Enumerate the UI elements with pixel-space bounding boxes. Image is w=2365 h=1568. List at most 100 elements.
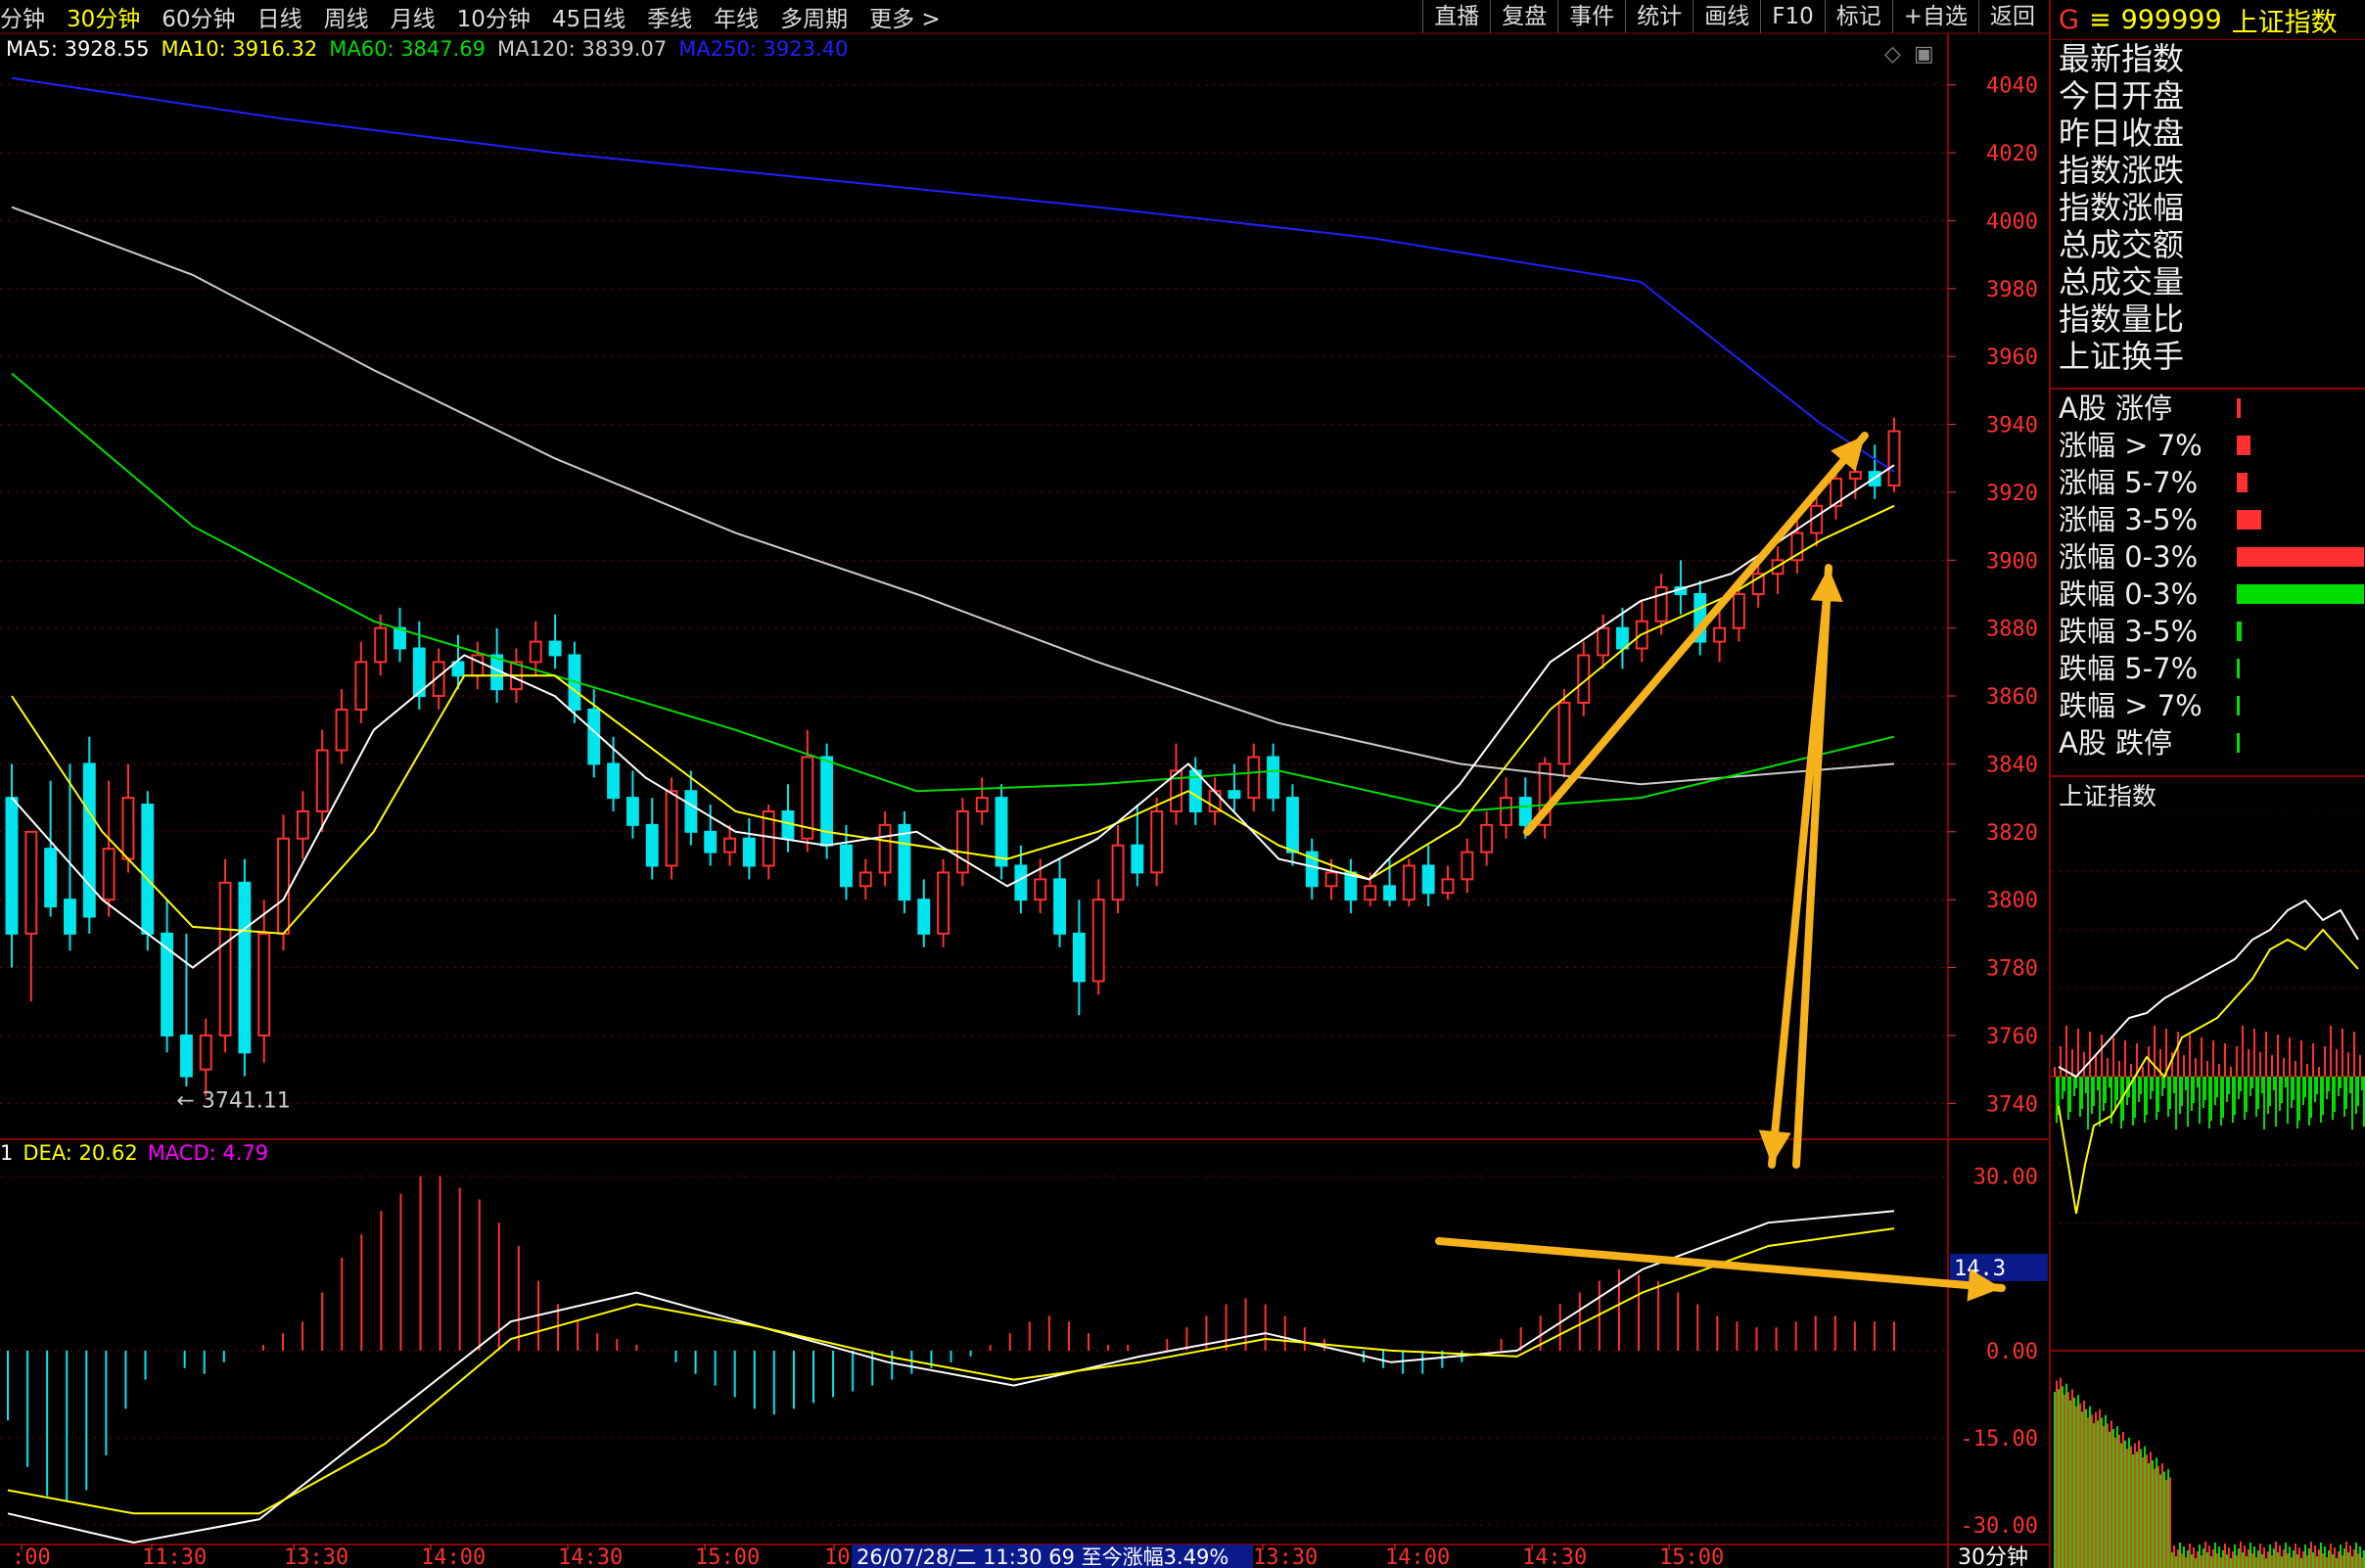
candle-body — [1111, 844, 1125, 901]
candle-body — [1053, 878, 1066, 935]
ma-line-ma5 — [11, 464, 1895, 969]
candle-body — [296, 810, 309, 840]
dea-line — [7, 1227, 1895, 1515]
candle-body — [1557, 702, 1571, 765]
candle-body — [529, 640, 542, 664]
ma-line-ma60 — [11, 372, 1895, 813]
candle-body — [1500, 797, 1512, 826]
stat-row: 涨幅 3-5% — [2051, 501, 2365, 538]
macd-tick-label: -30.00 — [1961, 1514, 2038, 1539]
price-tick-label: 3900 — [1986, 549, 2038, 574]
menu-icon[interactable]: ≡ — [2089, 5, 2111, 35]
stat-bar — [2237, 622, 2243, 641]
stat-rows: A股 涨停 涨幅 > 7% 涨幅 5-7% 涨幅 3-5% 涨幅 0-3% 跌幅 0-3%… — [2051, 388, 2365, 761]
stat-bar — [2237, 659, 2240, 678]
info-row: 今日开盘 — [2059, 77, 2185, 115]
candle-body — [1285, 797, 1299, 853]
macd-tick-label: -15.00 — [1961, 1427, 2038, 1452]
candle-body — [1402, 864, 1415, 901]
info-row: 指数涨幅 — [2059, 189, 2185, 226]
candle-body — [1034, 878, 1047, 901]
time-tick-label: :00 — [12, 1545, 51, 1568]
candle-body — [1072, 932, 1086, 983]
stat-bar — [2237, 473, 2248, 492]
candle-body — [121, 797, 135, 860]
candle-body — [955, 810, 969, 874]
mini-intraday-chart[interactable] — [2051, 812, 2365, 1568]
candle-body — [335, 708, 348, 752]
info-row: 指数量比 — [2059, 300, 2185, 338]
candle-body — [1383, 885, 1397, 901]
candle-body — [64, 899, 76, 935]
window-icon[interactable]: ▣ — [1914, 42, 1934, 67]
candle-body — [548, 640, 562, 657]
candle-body — [1848, 471, 1862, 481]
info-row: 最新指数 — [2059, 40, 2185, 77]
candle-body — [24, 830, 38, 935]
stat-row: A股 涨停 — [2051, 390, 2365, 427]
price-tick-label: 3980 — [1986, 278, 2038, 302]
stat-bar — [2237, 696, 2240, 715]
stat-row: 跌幅 > 7% — [2051, 687, 2365, 724]
candle-body — [1480, 823, 1494, 853]
price-tick-label: 3820 — [1986, 821, 2038, 846]
legend-item: 1 — [0, 1141, 14, 1165]
stat-label: 跌幅 3-5% — [2059, 615, 2199, 648]
price-tick-label: 3860 — [1986, 685, 2038, 710]
candle-body — [1597, 626, 1610, 657]
legend-item: DEA: 20.62 — [23, 1141, 138, 1165]
low-marker: ← 3741.11 — [176, 1088, 290, 1113]
candle-body — [1131, 844, 1144, 874]
candle-body — [587, 708, 601, 765]
candle-body — [218, 881, 232, 1037]
price-tick-label: 3800 — [1986, 889, 2038, 913]
candle-body — [878, 823, 892, 874]
candle-body — [1324, 871, 1338, 888]
price-tick-label: 3940 — [1986, 414, 2038, 438]
stat-row: 涨幅 > 7% — [2051, 427, 2365, 464]
candle-body — [1713, 626, 1727, 643]
stat-bar — [2237, 584, 2364, 604]
stat-label: 涨幅 0-3% — [2059, 540, 2199, 574]
price-tick-label: 3740 — [1986, 1092, 2038, 1117]
dif-line — [7, 1210, 1895, 1545]
stat-label: 涨幅 > 7% — [2059, 429, 2203, 462]
stat-bar — [2237, 733, 2240, 753]
candle-body — [82, 762, 96, 918]
stat-label: 涨幅 5-7% — [2059, 466, 2199, 499]
stat-label: A股 跌停 — [2059, 726, 2173, 760]
candle-body — [471, 654, 485, 677]
candle-body — [1654, 586, 1668, 623]
candle-body — [1228, 790, 1241, 800]
stat-label: 涨幅 3-5% — [2059, 503, 2199, 536]
candle-body — [1014, 864, 1028, 901]
candle-body — [374, 626, 388, 664]
candle-body — [607, 762, 621, 800]
candle-body — [1461, 851, 1474, 881]
candle-body — [1421, 864, 1435, 895]
candle-body — [995, 797, 1008, 867]
candle-body — [5, 797, 19, 935]
ma-line-ma120 — [11, 206, 1895, 786]
candle-body — [1247, 756, 1261, 800]
candle-body — [179, 1034, 193, 1078]
price-tick-label: 3840 — [1986, 753, 2038, 777]
stat-bar — [2237, 398, 2241, 418]
price-tick-label: 3780 — [1986, 957, 2038, 982]
macd-legend: 1 DEA: 20.62 MACD: 4.79 — [0, 1141, 278, 1165]
candle-body — [1150, 810, 1164, 874]
macd-tick-label: 0.00 — [1986, 1340, 2038, 1364]
candle-body — [1616, 626, 1629, 650]
stat-label: 跌幅 > 7% — [2059, 689, 2203, 722]
diamond-icon[interactable]: ◇ — [1884, 42, 1901, 67]
candle-body — [238, 881, 252, 1054]
divergence-arrow — [1435, 1237, 2006, 1292]
info-row: 指数涨跌 — [2059, 152, 2185, 189]
ma-line-ma10 — [11, 504, 1895, 935]
candle-body — [1091, 899, 1105, 983]
kline-chart[interactable]: 4040 4020 4000 3980 3960 3940 3920 3900 3880 3860… — [0, 0, 2049, 1568]
candle-body — [1732, 593, 1745, 629]
candle-body — [1267, 756, 1280, 800]
info-row: 昨日收盘 — [2059, 115, 2185, 152]
index-name: 上证指数 — [2231, 7, 2338, 38]
